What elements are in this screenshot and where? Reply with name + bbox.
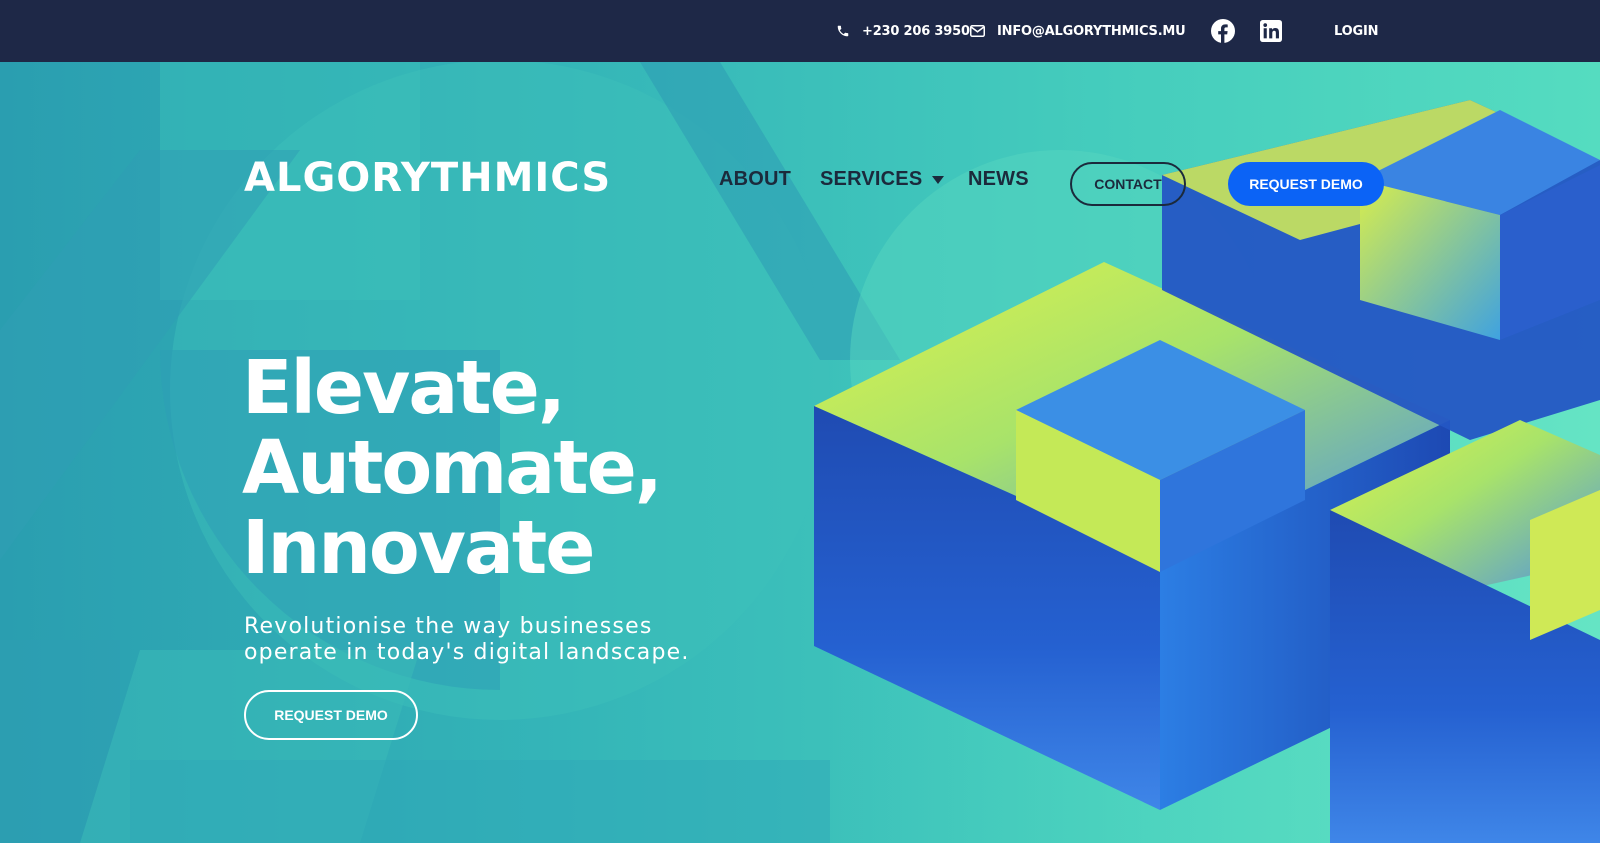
phone-link[interactable]: +230 206 3950 bbox=[836, 0, 970, 62]
envelope-icon bbox=[970, 25, 985, 37]
hero-headline: Elevate, Automate, Innovate bbox=[242, 345, 663, 591]
nav-services[interactable]: SERVICES bbox=[820, 168, 945, 191]
headline-line-2: Automate, bbox=[242, 425, 663, 511]
headline-line-1: Elevate, bbox=[242, 345, 566, 431]
subheadline-line-1: Revolutionise the way businesses bbox=[244, 614, 653, 639]
facebook-link[interactable] bbox=[1211, 0, 1247, 62]
linkedin-icon bbox=[1260, 20, 1282, 42]
headline-line-3: Innovate bbox=[242, 505, 595, 591]
facebook-icon bbox=[1211, 19, 1235, 43]
phone-number: +230 206 3950 bbox=[862, 23, 970, 39]
request-demo-nav-button[interactable]: REQUEST DEMO bbox=[1228, 162, 1384, 206]
caret-down-icon bbox=[932, 175, 945, 184]
nav-news[interactable]: NEWS bbox=[968, 168, 1029, 191]
request-demo-hero-button[interactable]: REQUEST DEMO bbox=[244, 690, 418, 740]
algorythmics-logo[interactable]: ALGORYTHMICS bbox=[244, 158, 611, 198]
email-link[interactable]: INFO@ALGORYTHMICS.MU bbox=[970, 0, 1186, 62]
nav-about[interactable]: ABOUT bbox=[719, 168, 791, 191]
hero-section: ALGORYTHMICS ABOUT SERVICES NEWS CONTACT… bbox=[0, 62, 1600, 843]
email-address: INFO@ALGORYTHMICS.MU bbox=[997, 23, 1186, 39]
phone-icon bbox=[837, 25, 849, 37]
contact-button[interactable]: CONTACT bbox=[1070, 162, 1186, 206]
subheadline-line-2: operate in today's digital landscape. bbox=[244, 640, 690, 665]
hero-subheadline: Revolutionise the way businesses operate… bbox=[244, 614, 690, 666]
top-bar: +230 206 3950 INFO@ALGORYTHMICS.MU LOGIN bbox=[0, 0, 1600, 62]
nav-services-label: SERVICES bbox=[820, 168, 923, 190]
login-link[interactable]: LOGIN bbox=[1334, 0, 1378, 62]
linkedin-link[interactable] bbox=[1260, 0, 1294, 62]
